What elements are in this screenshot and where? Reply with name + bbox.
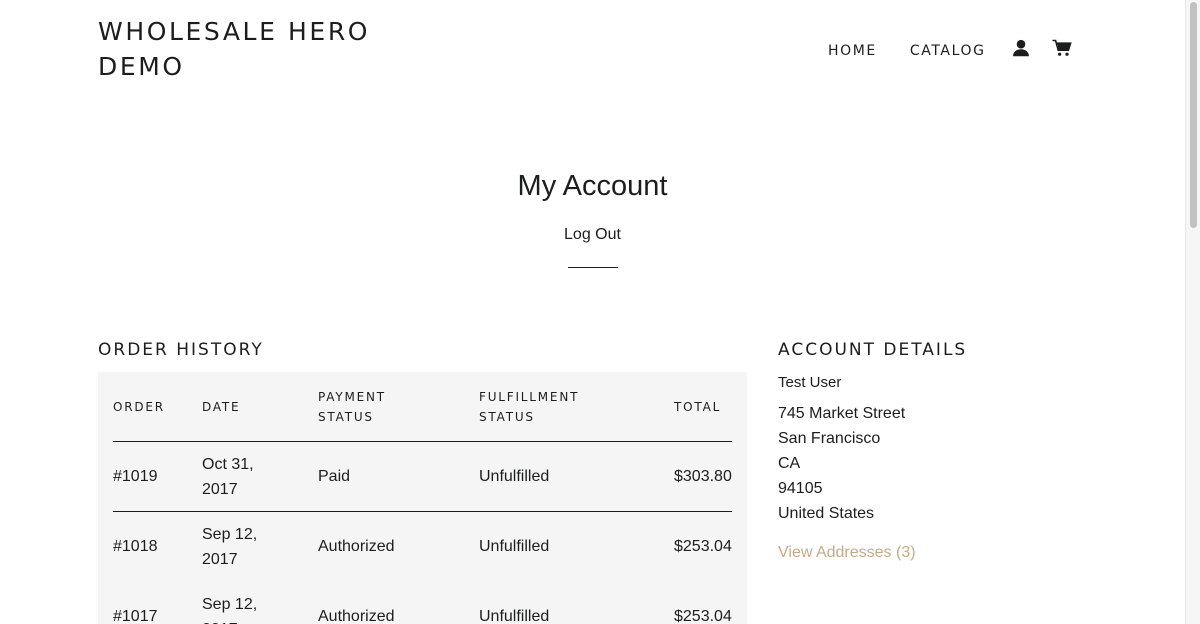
page-scrollbar[interactable] (1185, 0, 1200, 624)
address-line: 745 Market Street (778, 405, 906, 422)
table-row: #1017 Sep 12, 2017 Authorized Unfulfille… (98, 582, 747, 624)
column-header-fulfillment-status: FULFILLMENT STATUS (479, 387, 579, 427)
order-date-line-1: Sep 12, (202, 596, 258, 613)
payment-status: Paid (318, 468, 351, 485)
order-link[interactable]: #1017 (113, 608, 158, 624)
logout-container: Log Out (0, 224, 1185, 246)
order-total: $303.80 (674, 468, 732, 485)
account-address: 745 Market Street San Francisco CA 94105… (778, 401, 905, 526)
order-link[interactable]: #1018 (113, 538, 158, 555)
address-line: CA (778, 455, 801, 472)
account-name: Test User (778, 374, 842, 391)
title-divider (568, 267, 618, 268)
address-line: San Francisco (778, 430, 881, 447)
main-nav: HOME CATALOG (828, 39, 1072, 61)
order-history-heading: ORDER HISTORY (98, 340, 264, 360)
column-header-fulfillment-line-2: STATUS (479, 410, 535, 424)
order-total: $253.04 (674, 608, 732, 624)
order-number: #1018 (113, 534, 158, 559)
cart-icon[interactable] (1052, 39, 1072, 59)
table-row: #1019 Oct 31, 2017 Paid Unfulfilled $303… (98, 442, 747, 512)
fulfillment-status: Unfulfilled (479, 538, 550, 555)
page-title: My Account (517, 170, 668, 202)
scrollbar-thumb[interactable] (1190, 2, 1197, 228)
order-date-line-2: 2017 (202, 551, 238, 568)
order-date-line-2: 2017 (202, 481, 238, 498)
view-addresses-link[interactable]: View Addresses (3) (778, 542, 916, 564)
logo-line-2: DEMO (98, 52, 185, 81)
column-header-payment-status: PAYMENT STATUS (318, 387, 386, 427)
logout-link[interactable]: Log Out (564, 226, 621, 243)
order-link[interactable]: #1019 (113, 468, 158, 485)
site-logo[interactable]: WHOLESALE HERO DEMO (98, 14, 428, 84)
column-header-fulfillment-line-1: FULFILLMENT (479, 390, 580, 404)
fulfillment-status: Unfulfilled (479, 608, 550, 624)
column-header-order: ORDER (113, 400, 165, 414)
nav-catalog-link[interactable]: CATALOG (910, 41, 986, 61)
order-date: Sep 12, 2017 (202, 522, 257, 572)
column-header-payment-line-2: STATUS (318, 410, 374, 424)
page: WHOLESALE HERO DEMO HOME CATALOG My Acco… (0, 0, 1200, 624)
logo-line-1: WHOLESALE HERO (98, 17, 371, 46)
order-number: #1019 (113, 464, 158, 489)
order-history-table: ORDER DATE PAYMENT STATUS FULFILLMENT ST… (98, 372, 747, 624)
nav-home-link[interactable]: HOME (828, 41, 877, 61)
order-date: Sep 12, 2017 (202, 592, 257, 624)
user-icon[interactable] (1012, 39, 1032, 59)
order-number: #1017 (113, 604, 158, 624)
order-date-line-1: Oct 31, (202, 456, 254, 473)
account-details-heading: ACCOUNT DETAILS (778, 340, 968, 360)
column-header-date: DATE (202, 400, 241, 414)
column-header-payment-line-1: PAYMENT (318, 390, 386, 404)
fulfillment-status: Unfulfilled (479, 468, 550, 485)
order-total: $253.04 (674, 538, 732, 555)
address-line: United States (778, 505, 875, 522)
payment-status: Authorized (318, 538, 395, 555)
order-date-line-1: Sep 12, (202, 526, 258, 543)
table-row: #1018 Sep 12, 2017 Authorized Unfulfille… (98, 512, 747, 582)
order-date-line-2: 2017 (202, 617, 257, 624)
address-line: 94105 (778, 480, 823, 497)
order-date: Oct 31, 2017 (202, 452, 254, 502)
column-header-total: TOTAL (674, 400, 722, 414)
payment-status: Authorized (318, 608, 395, 624)
